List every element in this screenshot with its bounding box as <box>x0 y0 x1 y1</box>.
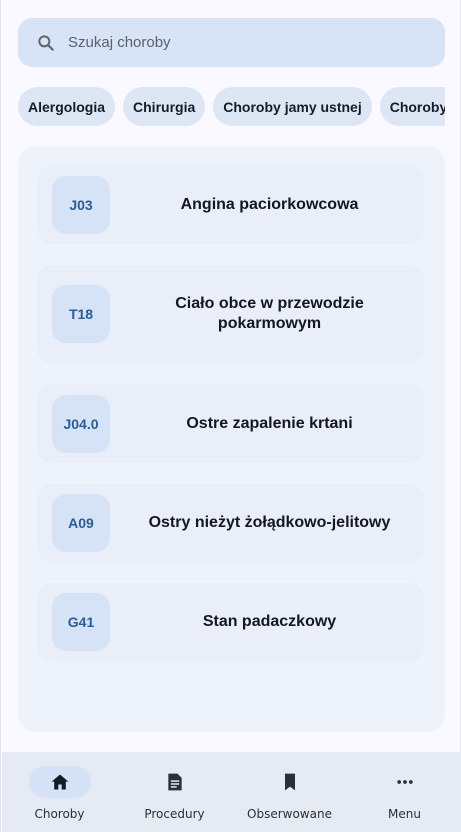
bottom-navigation: Choroby Procedury Obserwowane Menu <box>2 752 461 832</box>
search-icon <box>36 32 58 54</box>
disease-card[interactable]: J03 Angina paciorkowcowa <box>37 166 424 244</box>
app-screen: Alergologia Chirurgia Choroby jamy ustne… <box>0 0 461 832</box>
disease-card[interactable]: G41 Stan padaczkowy <box>37 583 424 661</box>
disease-card[interactable]: T18 Ciało obce w przewodzie pokarmowym <box>37 265 424 363</box>
chip-chirurgia[interactable]: Chirurgia <box>123 87 206 126</box>
nav-label: Menu <box>388 807 421 821</box>
search-bar[interactable] <box>18 18 445 67</box>
disease-name: Angina paciorkowcowa <box>180 196 359 213</box>
nav-item-procedury[interactable]: Procedury <box>117 752 232 832</box>
disease-name: Ostry nieżyt żołądkowo-jelitowy <box>148 514 391 531</box>
disease-card[interactable]: J04.0 Ostre zapalenie krtani <box>37 384 424 463</box>
disease-code-badge: J04.0 <box>52 394 110 453</box>
disease-code-badge: G41 <box>52 593 110 651</box>
disease-list: J03 Angina paciorkowcowa T18 Ciało obce … <box>18 146 445 732</box>
disease-name: Stan padaczkowy <box>202 613 337 630</box>
disease-code-badge: A09 <box>52 494 110 552</box>
disease-name: Ostre zapalenie krtani <box>186 414 353 432</box>
more-horizontal-icon <box>396 780 413 784</box>
home-icon <box>51 774 68 790</box>
disease-code-badge: J03 <box>52 176 110 234</box>
document-icon <box>167 773 182 791</box>
nav-item-menu[interactable]: Menu <box>347 752 461 832</box>
bookmark-icon <box>284 773 295 791</box>
chip-alergologia[interactable]: Alergologia <box>18 87 116 126</box>
search-input[interactable] <box>68 34 388 51</box>
nav-active-indicator <box>28 766 91 798</box>
category-chips: Alergologia Chirurgia Choroby jamy ustne… <box>18 87 445 127</box>
nav-label: Procedury <box>144 807 205 821</box>
chip-choroby-za[interactable]: Choroby za <box>379 87 445 126</box>
nav-item-obserwowane[interactable]: Obserwowane <box>232 752 347 832</box>
disease-card[interactable]: A09 Ostry nieżyt żołądkowo-jelitowy <box>37 484 424 562</box>
disease-name: Ciało obce w przewodzie pokarmowym <box>175 295 364 332</box>
nav-label: Choroby <box>34 807 85 821</box>
disease-code-badge: T18 <box>52 285 110 343</box>
nav-item-choroby[interactable]: Choroby <box>2 752 117 832</box>
chip-choroby-jamy-ustnej[interactable]: Choroby jamy ustnej <box>213 87 372 126</box>
nav-label: Obserwowane <box>247 807 332 821</box>
